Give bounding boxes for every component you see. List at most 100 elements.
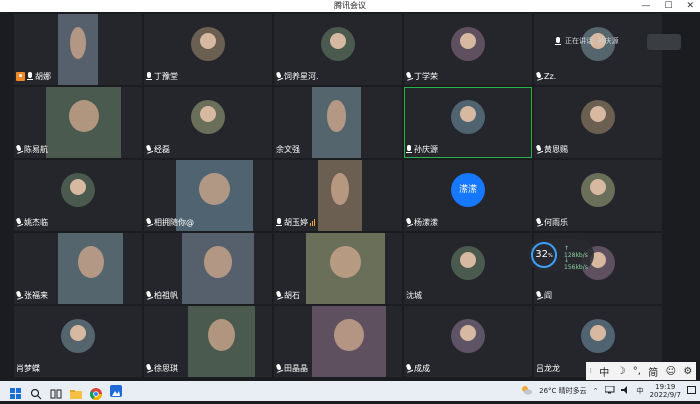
participant-tile[interactable]: 何雨乐 [534,160,662,231]
participant-tile[interactable]: 潆潆杨潆潆 [404,160,532,231]
show-hidden-icons-icon[interactable]: ⌃ [593,387,599,395]
participant-label: 丁豫堂 [146,70,178,82]
participant-tile[interactable]: 丁豫堂 [144,14,272,85]
participant-name: 孙庆源 [414,144,438,154]
ime-grip-icon[interactable]: ⁞ [590,367,592,375]
network-icon[interactable] [604,385,615,396]
avatar-face [590,106,606,122]
mic-muted-icon [535,290,543,300]
video-face [203,245,233,278]
participant-name: 张福来 [24,290,48,300]
avatar-face [460,325,476,341]
weather-icon[interactable] [521,385,533,397]
participant-video [188,306,255,377]
participant-label: 黄恩赐 [536,143,568,155]
avatar-face [200,33,216,49]
participant-tile[interactable]: 姚杰临 [14,160,142,231]
participant-video [318,160,362,231]
participant-label: 肖梦蝶 [16,362,40,374]
participant-tile[interactable]: 成成 [404,306,532,377]
mic-icon [406,145,412,153]
participant-label: 丁学荣 [406,70,438,82]
participant-label: 相拥随你@ [146,216,194,228]
mic-icon [555,37,561,45]
task-view-icon[interactable] [50,385,62,399]
avatar-face [460,106,476,122]
avatar [321,27,355,61]
participant-tile[interactable]: 徐思琪 [144,306,272,377]
avatar [451,246,485,280]
mic-icon [27,72,33,80]
video-face [199,172,230,205]
tencent-meeting-icon[interactable] [110,385,122,397]
avatar-face [330,33,346,49]
participant-tile[interactable]: 相拥随你@ [144,160,272,231]
avatar [451,27,485,61]
participant-tile[interactable]: 田晶晶 [274,306,402,377]
ime-punct-button[interactable]: °, [633,366,641,377]
ime-charset-button[interactable]: 简 [648,364,658,379]
participant-tile[interactable]: 经磊 [144,87,272,158]
maximize-icon[interactable]: ☐ [664,0,672,12]
notification-icon[interactable] [687,385,696,397]
participant-label: 柏祖帆 [146,289,178,301]
participant-tile[interactable]: 孙庆源 [404,87,532,158]
ime-lang-button[interactable]: 中 [599,364,609,379]
audio-level-icon [310,218,315,226]
participant-tile[interactable]: 余文强 [274,87,402,158]
chrome-icon[interactable] [89,385,102,401]
video-face [331,172,349,205]
volume-icon[interactable] [620,386,631,396]
video-face [329,245,362,278]
ime-width-button[interactable]: ☽ [617,366,626,377]
participant-tile[interactable]: 胡玉婷 [274,160,402,231]
avatar: 潆潆 [451,173,485,207]
mic-muted-icon [275,363,283,373]
participant-label: 杨潆潆 [406,216,438,228]
participant-tile[interactable]: 沈城 [404,233,532,304]
participant-name: 黄恩赐 [544,144,568,154]
participant-tile[interactable]: 胡石 [274,233,402,304]
ime-settings-button[interactable]: ⚙ [683,366,692,377]
participant-label: 胡石 [276,289,300,301]
participant-tile[interactable]: 陈易航 [14,87,142,158]
clock[interactable]: 19:19 2022/9/7 [650,383,681,399]
avatar-face [590,179,606,195]
participant-tile[interactable]: 肖梦蝶 [14,306,142,377]
participant-label: 胡玉婷 [276,216,315,228]
mic-muted-icon [145,290,153,300]
participant-tile[interactable]: Zz. [534,14,662,85]
video-face [326,99,347,132]
layout-toggle-button[interactable] [647,34,681,50]
participant-tile[interactable]: 柏祖帆 [144,233,272,304]
participant-tile[interactable]: 胡娜 [14,14,142,85]
mic-muted-icon [15,144,23,154]
participant-name: 田晶晶 [284,363,308,373]
file-explorer-icon[interactable] [70,385,82,399]
participant-label: 田晶晶 [276,362,308,374]
minimize-icon[interactable]: — [641,0,650,12]
participant-label: 经磊 [146,143,170,155]
participant-tile[interactable]: 丁学荣 [404,14,532,85]
participant-name: Zz. [544,71,557,81]
video-face [208,318,235,351]
participant-tile[interactable]: 饲养星河. [274,14,402,85]
clock-date: 2022/9/7 [649,391,681,399]
participant-video [312,87,361,158]
mic-muted-icon [405,71,413,81]
avatar-face [70,325,86,341]
avatar-face [70,179,86,195]
mic-muted-icon [535,71,543,81]
participant-label: 徐思琪 [146,362,178,374]
weather-widget[interactable]: 26°C 晴时多云 [539,387,587,395]
close-icon[interactable]: ✕ [686,0,694,12]
windows-start-icon[interactable] [10,385,22,399]
quality-gauge: 32% [531,242,557,268]
participant-tile[interactable]: 张福来 [14,233,142,304]
tray-ime-lang[interactable]: 中 [637,386,644,396]
weather-temp: 26°C [539,387,557,395]
search-icon[interactable] [30,385,42,400]
participant-name: 余文强 [276,144,300,154]
participant-tile[interactable]: 黄恩赐 [534,87,662,158]
ime-emoji-button[interactable]: ☺ [666,366,676,377]
